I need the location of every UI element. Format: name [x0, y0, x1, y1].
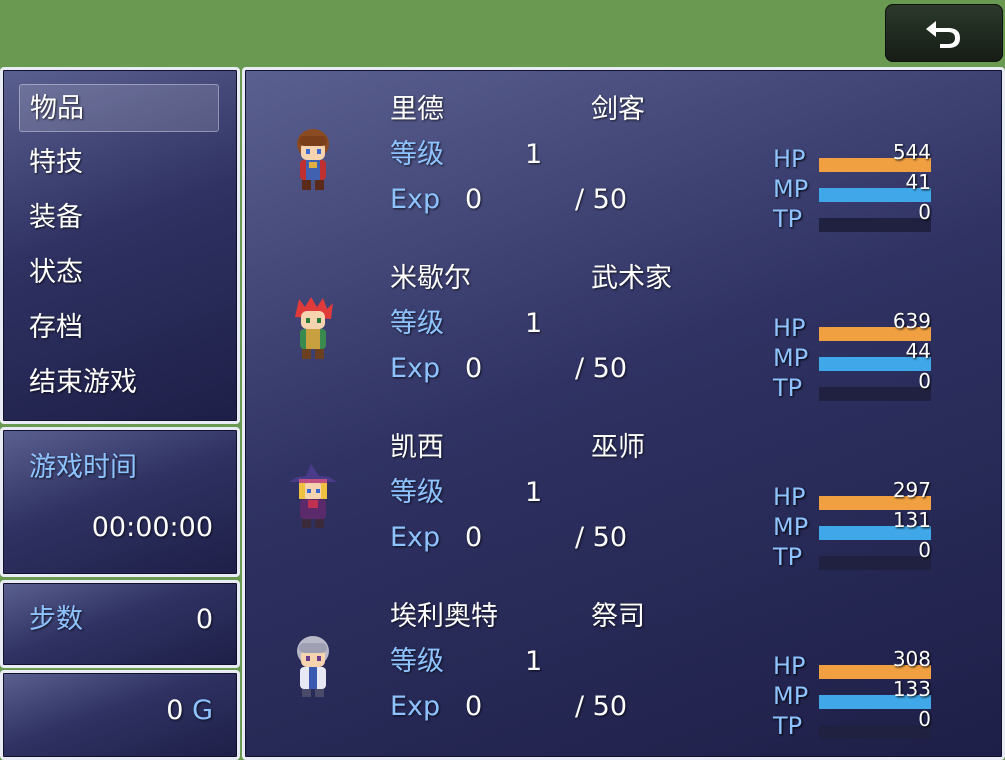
- return-arrow-icon: [926, 21, 960, 48]
- menu-item-label: 存档: [29, 312, 83, 343]
- playtime-window: 游戏时间 00:00:00: [0, 427, 240, 577]
- mp-value: 131: [892, 508, 931, 532]
- mp-label: MP: [773, 344, 809, 372]
- exp-next: / 50: [575, 353, 628, 384]
- hp-label: HP: [773, 652, 806, 680]
- actor-class: 巫师: [591, 432, 645, 463]
- exp-value: 0: [465, 353, 483, 384]
- level-label: 等级: [390, 477, 444, 508]
- gold-window: 0 G: [0, 670, 240, 760]
- mp-label: MP: [773, 682, 809, 710]
- exp-value: 0: [465, 522, 483, 553]
- menu-item-game-end[interactable]: 结束游戏: [19, 359, 219, 407]
- playtime-value: 00:00:00: [91, 512, 213, 543]
- menu-item-label: 物品: [30, 93, 84, 124]
- gauges: HP 544 MP 41 TP 0: [773, 140, 943, 240]
- actor-row[interactable]: 米歇尔 武术家 等级 1 Exp 0 / 50 HP 639 MP 44 TP …: [245, 253, 1005, 422]
- tp-gauge: TP 0: [773, 538, 943, 572]
- menu-item-items[interactable]: 物品: [19, 84, 219, 132]
- tp-label: TP: [773, 712, 803, 740]
- steps-value: 0: [195, 604, 213, 635]
- tp-gauge: TP 0: [773, 707, 943, 741]
- gauges: HP 308 MP 133 TP 0: [773, 647, 943, 747]
- actor-class: 剑客: [591, 94, 645, 125]
- hp-label: HP: [773, 483, 806, 511]
- steps-label: 步数: [29, 604, 83, 635]
- tp-value: 0: [918, 707, 931, 731]
- hp-value: 308: [892, 647, 931, 671]
- playtime-label: 游戏时间: [29, 452, 137, 483]
- menu-item-label: 特技: [29, 147, 83, 178]
- steps-window: 步数 0: [0, 580, 240, 668]
- tp-track: [819, 556, 931, 570]
- level-label: 等级: [390, 646, 444, 677]
- level-label: 等级: [390, 139, 444, 170]
- exp-label: Exp: [390, 691, 441, 722]
- command-window: 物品 特技 装备 状态 存档 结束游戏: [0, 67, 240, 424]
- tp-track: [819, 725, 931, 739]
- tp-gauge: TP 0: [773, 200, 943, 234]
- level-value: 1: [525, 139, 543, 170]
- menu-item-label: 装备: [29, 202, 83, 233]
- hp-value: 544: [892, 140, 931, 164]
- hp-value: 297: [892, 478, 931, 502]
- gold-unit: G: [192, 695, 213, 726]
- exp-label: Exp: [390, 184, 441, 215]
- exp-next: / 50: [575, 184, 628, 215]
- hp-label: HP: [773, 145, 806, 173]
- level-value: 1: [525, 477, 543, 508]
- level-value: 1: [525, 308, 543, 339]
- actor-name: 米歇尔: [390, 263, 471, 294]
- tp-value: 0: [918, 369, 931, 393]
- wizard-sprite: [289, 464, 337, 528]
- actor-class: 祭司: [591, 601, 645, 632]
- menu-item-label: 结束游戏: [29, 367, 137, 398]
- hp-value: 639: [892, 309, 931, 333]
- tp-label: TP: [773, 374, 803, 402]
- actor-row[interactable]: 凯西 巫师 等级 1 Exp 0 / 50 HP 297 MP 131 TP 0: [245, 422, 1005, 591]
- martial-artist-sprite: [295, 297, 333, 359]
- mp-value: 133: [892, 677, 931, 701]
- mp-value: 41: [905, 170, 931, 194]
- menu-item-save[interactable]: 存档: [19, 304, 219, 352]
- actor-row[interactable]: 埃利奥特 祭司 等级 1 Exp 0 / 50 HP 308 MP 133 TP…: [245, 591, 1005, 760]
- exp-label: Exp: [390, 353, 441, 384]
- exp-next: / 50: [575, 691, 628, 722]
- hp-label: HP: [773, 314, 806, 342]
- menu-item-skills[interactable]: 特技: [19, 139, 219, 187]
- tp-label: TP: [773, 543, 803, 571]
- actor-row[interactable]: 里德 剑客 等级 1 Exp 0 / 50 HP 544 MP 41 TP 0: [245, 84, 1005, 253]
- exp-value: 0: [465, 184, 483, 215]
- mp-value: 44: [905, 339, 931, 363]
- tp-track: [819, 387, 931, 401]
- menu-item-status[interactable]: 状态: [19, 249, 219, 297]
- actor-class: 武术家: [591, 263, 672, 294]
- mp-label: MP: [773, 175, 809, 203]
- actor-name: 里德: [390, 94, 444, 125]
- actor-name: 埃利奥特: [390, 601, 498, 632]
- priest-sprite: [297, 636, 329, 697]
- swordsman-sprite: [297, 129, 329, 190]
- menu-item-label: 状态: [29, 257, 83, 288]
- tp-value: 0: [918, 538, 931, 562]
- exp-next: / 50: [575, 522, 628, 553]
- party-status-window: 里德 剑客 等级 1 Exp 0 / 50 HP 544 MP 41 TP 0: [242, 67, 1005, 760]
- actor-name: 凯西: [390, 432, 444, 463]
- mp-label: MP: [773, 513, 809, 541]
- gauges: HP 639 MP 44 TP 0: [773, 309, 943, 409]
- level-label: 等级: [390, 308, 444, 339]
- back-button[interactable]: [885, 4, 1003, 62]
- gauges: HP 297 MP 131 TP 0: [773, 478, 943, 578]
- tp-label: TP: [773, 205, 803, 233]
- tp-value: 0: [918, 200, 931, 224]
- gold-value: 0: [166, 695, 184, 726]
- exp-value: 0: [465, 691, 483, 722]
- tp-gauge: TP 0: [773, 369, 943, 403]
- menu-item-equipment[interactable]: 装备: [19, 194, 219, 242]
- gold-display: 0 G: [166, 695, 213, 727]
- tp-track: [819, 218, 931, 232]
- level-value: 1: [525, 646, 543, 677]
- top-bar: [0, 0, 1005, 66]
- exp-label: Exp: [390, 522, 441, 553]
